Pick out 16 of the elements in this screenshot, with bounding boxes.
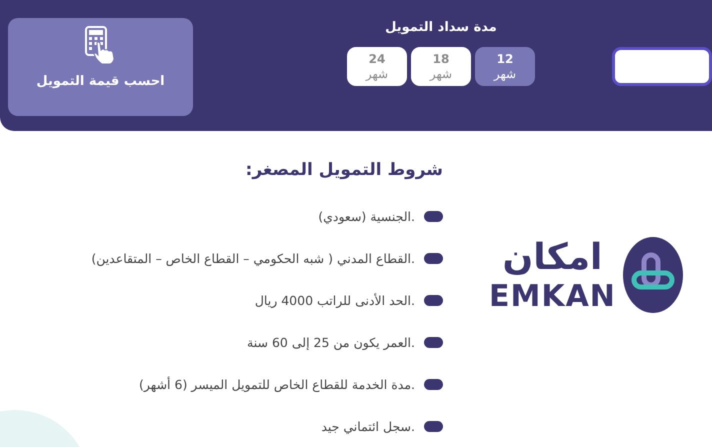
condition-text: .الجنسية (سعودي) [318, 208, 415, 224]
condition-text: .مدة الخدمة للقطاع الخاص للتمويل الميسر (6 أشهر) [139, 376, 415, 392]
condition-text: .سجل ائتماني جيد [321, 418, 415, 434]
condition-text: .القطاع المدني ( شبه الحكومي – القطاع الخاص – المتقاعدين) [91, 250, 415, 266]
condition-text: .العمر يكون من 25 إلى 60 سنة [247, 334, 415, 350]
bullet-icon [424, 378, 443, 390]
calculate-financing-button[interactable]: احسب قيمة التمويل [8, 18, 193, 116]
condition-text: .الحد الأدنى للراتب 4000 ريال [254, 292, 415, 308]
bullet-icon [424, 252, 443, 264]
bullet-icon [424, 210, 443, 222]
bullet-icon [424, 420, 443, 432]
input-field[interactable] [612, 47, 712, 86]
conditions-heading: شروط التمويل المصغر: [244, 159, 443, 182]
bullet-icon [424, 294, 443, 306]
period-title: مدة سداد التمويل [385, 19, 497, 37]
bullet-icon [424, 336, 443, 348]
